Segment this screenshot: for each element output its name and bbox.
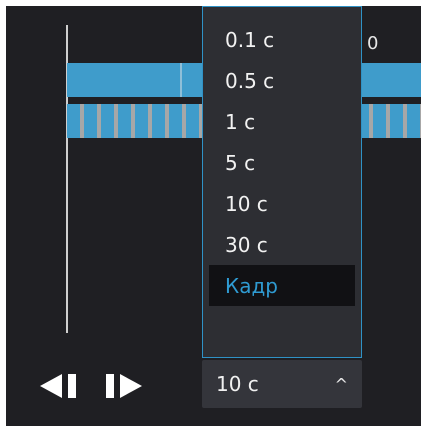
step-option-5s[interactable]: 5 c bbox=[209, 142, 355, 183]
step-option-30s[interactable]: 30 c bbox=[209, 224, 355, 265]
ruler-label: 0 bbox=[367, 33, 379, 54]
step-option-0-5s[interactable]: 0.5 c bbox=[209, 60, 355, 101]
step-forward-button[interactable] bbox=[102, 372, 144, 400]
step-forward-icon bbox=[106, 374, 142, 398]
step-size-select[interactable]: 10 c ^ bbox=[202, 360, 362, 408]
step-back-icon bbox=[40, 374, 76, 398]
step-size-dropdown: 0.1 c 0.5 c 1 c 5 c 10 c 30 c Кадр bbox=[202, 6, 362, 358]
step-size-value: 10 c bbox=[216, 372, 259, 396]
chevron-up-icon: ^ bbox=[334, 374, 348, 394]
step-option-0-1s[interactable]: 0.1 c bbox=[209, 19, 355, 60]
playback-controls bbox=[40, 366, 144, 406]
step-option-frame[interactable]: Кадр bbox=[209, 265, 355, 306]
step-option-10s[interactable]: 10 c bbox=[209, 183, 355, 224]
step-back-button[interactable] bbox=[40, 372, 82, 400]
step-option-1s[interactable]: 1 c bbox=[209, 101, 355, 142]
track-tick bbox=[180, 63, 182, 97]
